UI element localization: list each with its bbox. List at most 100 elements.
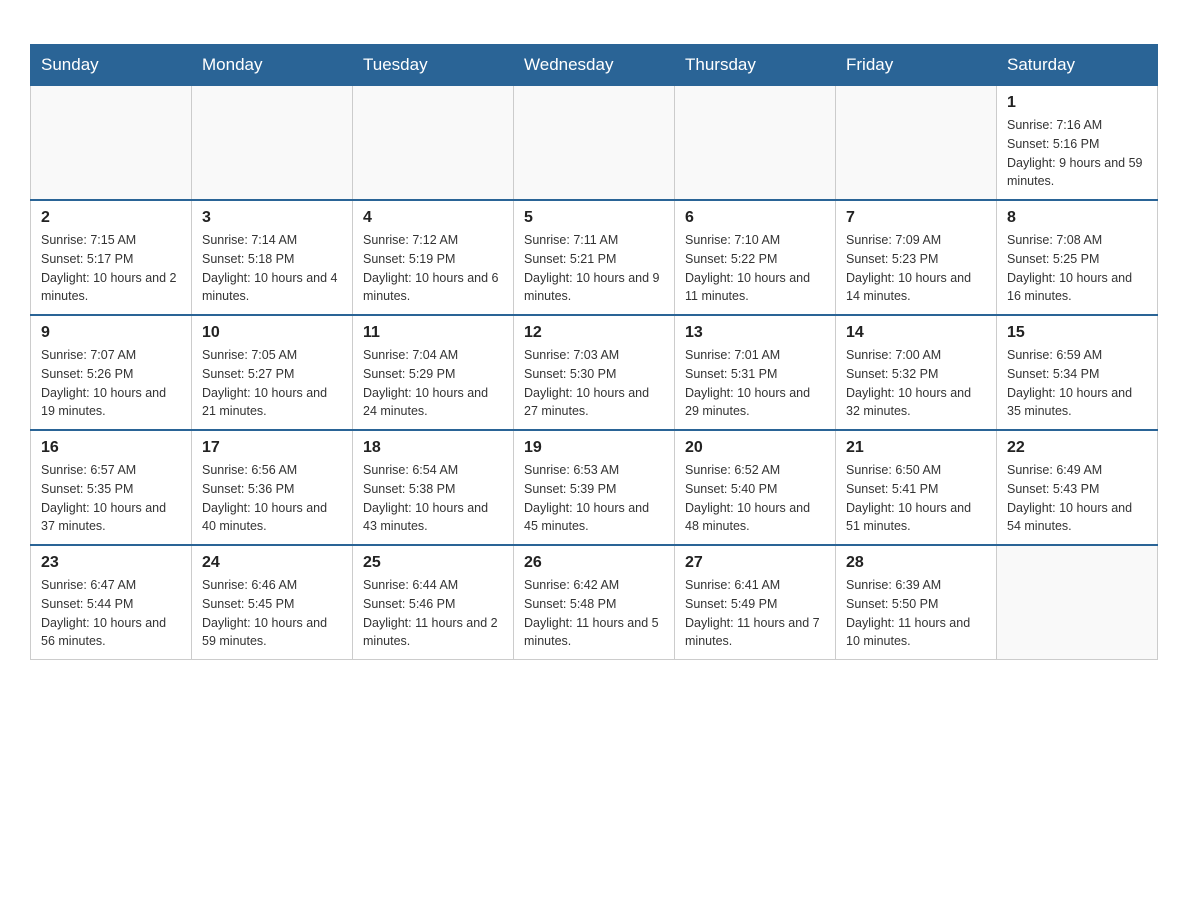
day-header-tuesday: Tuesday: [353, 45, 514, 86]
calendar-cell: 18 Sunrise: 6:54 AMSunset: 5:38 PMDayligh…: [353, 430, 514, 545]
day-info: Sunrise: 7:08 AMSunset: 5:25 PMDaylight:…: [1007, 231, 1147, 306]
calendar-cell: 10 Sunrise: 7:05 AMSunset: 5:27 PMDayligh…: [192, 315, 353, 430]
day-header-wednesday: Wednesday: [514, 45, 675, 86]
calendar-cell: 22 Sunrise: 6:49 AMSunset: 5:43 PMDayligh…: [997, 430, 1158, 545]
day-number: 4: [363, 209, 503, 227]
day-number: 6: [685, 209, 825, 227]
day-info: Sunrise: 7:11 AMSunset: 5:21 PMDaylight:…: [524, 231, 664, 306]
day-number: 10: [202, 324, 342, 342]
calendar-cell: [997, 545, 1158, 660]
calendar-week-row: 1 Sunrise: 7:16 AMSunset: 5:16 PMDaylight…: [31, 86, 1158, 201]
day-info: Sunrise: 7:04 AMSunset: 5:29 PMDaylight:…: [363, 346, 503, 421]
calendar-week-row: 23 Sunrise: 6:47 AMSunset: 5:44 PMDayligh…: [31, 545, 1158, 660]
calendar-cell: 24 Sunrise: 6:46 AMSunset: 5:45 PMDayligh…: [192, 545, 353, 660]
calendar-header-row: SundayMondayTuesdayWednesdayThursdayFrid…: [31, 45, 1158, 86]
day-number: 11: [363, 324, 503, 342]
calendar-cell: 7 Sunrise: 7:09 AMSunset: 5:23 PMDaylight…: [836, 200, 997, 315]
calendar-cell: [353, 86, 514, 201]
day-number: 12: [524, 324, 664, 342]
calendar-cell: 17 Sunrise: 6:56 AMSunset: 5:36 PMDayligh…: [192, 430, 353, 545]
day-header-sunday: Sunday: [31, 45, 192, 86]
calendar-week-row: 2Sunrise: 7:15 AMSunset: 5:17 PMDaylight…: [31, 200, 1158, 315]
calendar-week-row: 9 Sunrise: 7:07 AMSunset: 5:26 PMDaylight…: [31, 315, 1158, 430]
day-number: 21: [846, 439, 986, 457]
calendar-cell: 15 Sunrise: 6:59 AMSunset: 5:34 PMDayligh…: [997, 315, 1158, 430]
day-number: 23: [41, 554, 181, 572]
day-number: 17: [202, 439, 342, 457]
day-info: Sunrise: 7:10 AMSunset: 5:22 PMDaylight:…: [685, 231, 825, 306]
calendar-cell: [192, 86, 353, 201]
day-number: 18: [363, 439, 503, 457]
day-info: Sunrise: 7:05 AMSunset: 5:27 PMDaylight:…: [202, 346, 342, 421]
calendar-cell: [675, 86, 836, 201]
calendar-cell: 2Sunrise: 7:15 AMSunset: 5:17 PMDaylight…: [31, 200, 192, 315]
day-number: 8: [1007, 209, 1147, 227]
day-info: Sunrise: 7:01 AMSunset: 5:31 PMDaylight:…: [685, 346, 825, 421]
day-number: 14: [846, 324, 986, 342]
day-number: 22: [1007, 439, 1147, 457]
calendar-cell: 19 Sunrise: 6:53 AMSunset: 5:39 PMDayligh…: [514, 430, 675, 545]
day-info: Sunrise: 7:16 AMSunset: 5:16 PMDaylight:…: [1007, 116, 1147, 191]
day-info: Sunrise: 6:42 AMSunset: 5:48 PMDaylight:…: [524, 576, 664, 651]
day-info: Sunrise: 7:09 AMSunset: 5:23 PMDaylight:…: [846, 231, 986, 306]
calendar-cell: 21 Sunrise: 6:50 AMSunset: 5:41 PMDayligh…: [836, 430, 997, 545]
day-info: Sunrise: 7:00 AMSunset: 5:32 PMDaylight:…: [846, 346, 986, 421]
calendar-cell: 5Sunrise: 7:11 AMSunset: 5:21 PMDaylight…: [514, 200, 675, 315]
calendar-week-row: 16 Sunrise: 6:57 AMSunset: 5:35 PMDayligh…: [31, 430, 1158, 545]
calendar-cell: 13 Sunrise: 7:01 AMSunset: 5:31 PMDayligh…: [675, 315, 836, 430]
calendar-cell: 20 Sunrise: 6:52 AMSunset: 5:40 PMDayligh…: [675, 430, 836, 545]
day-number: 7: [846, 209, 986, 227]
calendar-cell: 25Sunrise: 6:44 AMSunset: 5:46 PMDayligh…: [353, 545, 514, 660]
day-info: Sunrise: 6:41 AMSunset: 5:49 PMDaylight:…: [685, 576, 825, 651]
calendar-cell: 6 Sunrise: 7:10 AMSunset: 5:22 PMDaylight…: [675, 200, 836, 315]
day-info: Sunrise: 6:50 AMSunset: 5:41 PMDaylight:…: [846, 461, 986, 536]
calendar-cell: 11 Sunrise: 7:04 AMSunset: 5:29 PMDayligh…: [353, 315, 514, 430]
day-header-thursday: Thursday: [675, 45, 836, 86]
day-info: Sunrise: 7:12 AMSunset: 5:19 PMDaylight:…: [363, 231, 503, 306]
day-number: 2: [41, 209, 181, 227]
day-number: 19: [524, 439, 664, 457]
day-info: Sunrise: 6:47 AMSunset: 5:44 PMDaylight:…: [41, 576, 181, 651]
calendar-cell: 26Sunrise: 6:42 AMSunset: 5:48 PMDayligh…: [514, 545, 675, 660]
day-header-saturday: Saturday: [997, 45, 1158, 86]
day-info: Sunrise: 7:14 AMSunset: 5:18 PMDaylight:…: [202, 231, 342, 306]
calendar-cell: [514, 86, 675, 201]
day-number: 15: [1007, 324, 1147, 342]
calendar-cell: [31, 86, 192, 201]
day-info: Sunrise: 7:07 AMSunset: 5:26 PMDaylight:…: [41, 346, 181, 421]
day-number: 9: [41, 324, 181, 342]
day-number: 16: [41, 439, 181, 457]
calendar-cell: [836, 86, 997, 201]
day-number: 25: [363, 554, 503, 572]
day-info: Sunrise: 7:03 AMSunset: 5:30 PMDaylight:…: [524, 346, 664, 421]
day-number: 20: [685, 439, 825, 457]
calendar-cell: 16 Sunrise: 6:57 AMSunset: 5:35 PMDayligh…: [31, 430, 192, 545]
calendar-cell: 27Sunrise: 6:41 AMSunset: 5:49 PMDayligh…: [675, 545, 836, 660]
calendar-cell: 9 Sunrise: 7:07 AMSunset: 5:26 PMDaylight…: [31, 315, 192, 430]
day-header-friday: Friday: [836, 45, 997, 86]
calendar-cell: 12 Sunrise: 7:03 AMSunset: 5:30 PMDayligh…: [514, 315, 675, 430]
day-number: 13: [685, 324, 825, 342]
day-header-monday: Monday: [192, 45, 353, 86]
day-info: Sunrise: 6:53 AMSunset: 5:39 PMDaylight:…: [524, 461, 664, 536]
day-info: Sunrise: 6:46 AMSunset: 5:45 PMDaylight:…: [202, 576, 342, 651]
calendar-cell: 8 Sunrise: 7:08 AMSunset: 5:25 PMDaylight…: [997, 200, 1158, 315]
day-info: Sunrise: 6:49 AMSunset: 5:43 PMDaylight:…: [1007, 461, 1147, 536]
calendar-cell: 14 Sunrise: 7:00 AMSunset: 5:32 PMDayligh…: [836, 315, 997, 430]
day-number: 24: [202, 554, 342, 572]
day-number: 28: [846, 554, 986, 572]
day-number: 3: [202, 209, 342, 227]
day-info: Sunrise: 6:52 AMSunset: 5:40 PMDaylight:…: [685, 461, 825, 536]
day-info: Sunrise: 6:57 AMSunset: 5:35 PMDaylight:…: [41, 461, 181, 536]
day-number: 1: [1007, 94, 1147, 112]
calendar-cell: 23 Sunrise: 6:47 AMSunset: 5:44 PMDayligh…: [31, 545, 192, 660]
page-header: [30, 20, 1158, 24]
calendar-cell: 4 Sunrise: 7:12 AMSunset: 5:19 PMDaylight…: [353, 200, 514, 315]
day-info: Sunrise: 6:39 AMSunset: 5:50 PMDaylight:…: [846, 576, 986, 651]
day-info: Sunrise: 6:56 AMSunset: 5:36 PMDaylight:…: [202, 461, 342, 536]
calendar-cell: 1 Sunrise: 7:16 AMSunset: 5:16 PMDaylight…: [997, 86, 1158, 201]
calendar-cell: 28 Sunrise: 6:39 AMSunset: 5:50 PMDayligh…: [836, 545, 997, 660]
calendar-cell: 3 Sunrise: 7:14 AMSunset: 5:18 PMDaylight…: [192, 200, 353, 315]
day-info: Sunrise: 6:54 AMSunset: 5:38 PMDaylight:…: [363, 461, 503, 536]
day-info: Sunrise: 6:59 AMSunset: 5:34 PMDaylight:…: [1007, 346, 1147, 421]
